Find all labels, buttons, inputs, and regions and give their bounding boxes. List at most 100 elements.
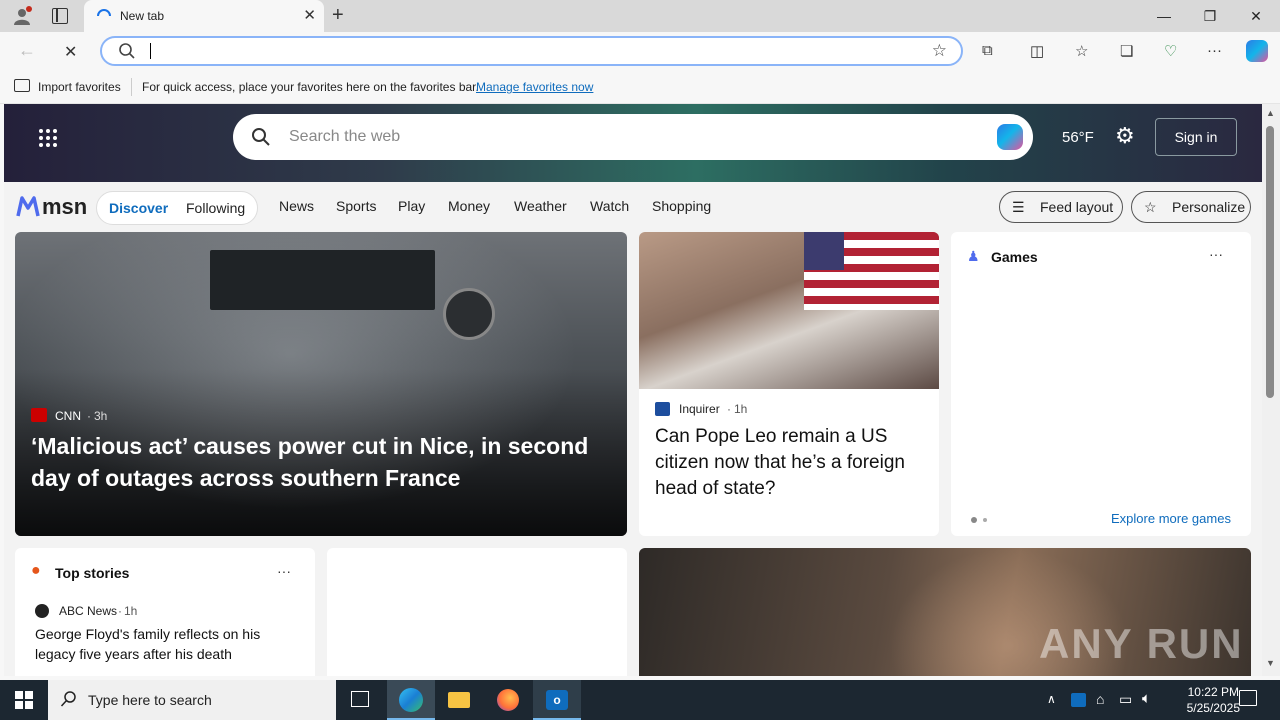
personalize-button[interactable]: ☆ Personalize (1131, 191, 1251, 223)
web-search-input[interactable]: Search the web (289, 128, 400, 146)
side-headline[interactable]: Can Pope Leo remain a US citizen now tha… (655, 424, 925, 502)
taskbar-firefox[interactable] (484, 680, 532, 720)
address-bar[interactable]: ☆ (100, 36, 963, 66)
more-menu-icon[interactable]: ··· (1207, 42, 1222, 59)
favorites-divider (131, 78, 132, 96)
notifications-icon[interactable] (1239, 690, 1257, 706)
weather-temperature[interactable]: 56°F (1062, 129, 1094, 146)
top-story-source: ABC News (59, 604, 118, 618)
taskbar-search-icon (60, 690, 78, 713)
tray-outlook-icon[interactable] (1071, 693, 1086, 707)
games-more-icon[interactable]: ··· (1209, 246, 1223, 262)
import-favorites-button[interactable]: Import favorites (38, 80, 121, 94)
sign-in-button[interactable]: Sign in (1155, 118, 1237, 156)
copilot-icon[interactable] (1246, 40, 1268, 62)
search-icon (118, 42, 136, 65)
task-view-button[interactable] (336, 680, 384, 720)
tab-actions-icon[interactable] (52, 8, 68, 24)
nav-news[interactable]: News (279, 198, 314, 214)
close-tab-icon[interactable]: ✕ (303, 6, 316, 24)
flag-canton (804, 232, 844, 270)
system-clock[interactable]: 10:22 PM 5/25/2025 (1187, 684, 1240, 716)
scroll-up-icon[interactable]: ▲ (1266, 108, 1275, 118)
favorites-hint: For quick access, place your favorites h… (142, 80, 479, 94)
msn-logo-text: msn (42, 194, 88, 219)
nav-watch[interactable]: Watch (590, 198, 629, 214)
top-stories-title: Top stories (55, 565, 130, 581)
loading-icon (96, 8, 112, 29)
minimize-button[interactable]: — (1141, 4, 1187, 28)
watermark-logo: ANY RUN (1039, 620, 1244, 667)
nav-sports[interactable]: Sports (336, 198, 376, 214)
network-icon[interactable]: ▭ (1119, 691, 1132, 708)
games-card: ♟ Games ··· Explore more games (951, 232, 1251, 536)
volume-icon[interactable]: 🔈︎ (1142, 690, 1151, 707)
task-view-icon (351, 691, 369, 707)
copilot-search-icon[interactable] (997, 124, 1023, 150)
favorite-star-icon[interactable]: ☆ (932, 41, 947, 61)
collections-icon[interactable]: ❏ (1120, 42, 1133, 60)
taskbar-search-input[interactable]: Type here to search (88, 692, 212, 708)
top-stories-more-icon[interactable]: ··· (277, 563, 291, 579)
text-caret (150, 43, 151, 59)
carousel-dot[interactable] (983, 518, 987, 522)
hero-story-card[interactable]: CNN · 3h ‘Malicious act’ causes power cu… (15, 232, 627, 536)
page-scrollbar[interactable]: ▲ ▼ (1262, 104, 1280, 676)
tray-chevron-icon[interactable]: ∧ (1047, 692, 1056, 706)
nav-play[interactable]: Play (398, 198, 425, 214)
manage-favorites-link[interactable]: Manage favorites now (476, 80, 593, 94)
side-source: Inquirer (679, 402, 720, 416)
tab-new-tab[interactable]: New tab ✕ (84, 0, 324, 32)
personalize-label: Personalize (1172, 199, 1246, 215)
hero-age: 3h (94, 409, 108, 423)
explore-more-games-link[interactable]: Explore more games (1111, 511, 1231, 526)
new-tab-button[interactable]: + (332, 4, 344, 27)
scroll-thumb[interactable] (1266, 126, 1274, 398)
games-icon: ♟ (967, 248, 980, 264)
browser-essentials-icon[interactable]: ♡ (1164, 42, 1177, 60)
top-story-headline[interactable]: George Floyd's family reflects on his le… (35, 624, 295, 664)
msn-nav-bar: msn Discover Following News Sports Play … (4, 182, 1262, 232)
carousel-dot-active[interactable] (971, 517, 977, 523)
nav-weather[interactable]: Weather (514, 198, 567, 214)
flame-icon: ● (31, 562, 41, 579)
msn-page: Search the web 56°F ⚙ Sign in msn Discov… (4, 104, 1262, 676)
split-screen-icon[interactable]: ◫ (1030, 42, 1044, 60)
scroll-down-icon[interactable]: ▼ (1266, 658, 1275, 668)
taskbar-search-box[interactable]: Type here to search (48, 680, 336, 720)
favorites-icon[interactable]: ☆ (1075, 42, 1088, 60)
tray-device-icon[interactable]: ⌂ (1096, 691, 1104, 707)
web-search-box[interactable]: Search the web (233, 114, 1033, 160)
apps-grid-icon[interactable] (38, 128, 58, 153)
back-icon[interactable]: ← (18, 40, 36, 61)
nav-money[interactable]: Money (448, 198, 490, 214)
departure-board-image (210, 250, 435, 310)
extensions-icon[interactable]: ⧉ (982, 42, 993, 59)
taskbar-edge[interactable] (387, 680, 435, 720)
import-favorites-icon (14, 79, 30, 92)
stop-loading-icon[interactable]: ✕ (64, 42, 77, 62)
nav-shopping[interactable]: Shopping (652, 198, 711, 214)
side-age-separator: · (727, 402, 731, 416)
outlook-icon: o (546, 690, 568, 710)
restore-button[interactable]: ❐ (1187, 4, 1233, 28)
favorites-bar: Import favorites For quick access, place… (0, 70, 1280, 104)
tab-following[interactable]: Following (186, 200, 245, 216)
clock-time: 10:22 PM (1187, 685, 1239, 699)
side-age: 1h (734, 402, 748, 416)
cnn-logo (31, 408, 47, 422)
settings-gear-icon[interactable]: ⚙ (1115, 123, 1135, 149)
start-button[interactable] (0, 680, 48, 720)
tab-discover[interactable]: Discover (109, 200, 168, 216)
feed-tab-group: Discover Following (96, 191, 258, 225)
profile-icon[interactable] (12, 6, 32, 26)
feed-layout-button[interactable]: ☰ Feed layout (999, 191, 1123, 223)
firefox-icon (497, 689, 519, 711)
close-window-button[interactable]: ✕ (1233, 4, 1279, 28)
side-story-card[interactable]: Inquirer · 1h Can Pope Leo remain a US c… (639, 232, 939, 536)
taskbar-outlook[interactable]: o (533, 680, 581, 720)
abc-news-logo (35, 604, 49, 618)
taskbar-file-explorer[interactable] (435, 680, 483, 720)
featured-image-card[interactable]: ANY RUN (639, 548, 1251, 676)
hero-headline[interactable]: ‘Malicious act’ causes power cut in Nice… (31, 430, 611, 494)
